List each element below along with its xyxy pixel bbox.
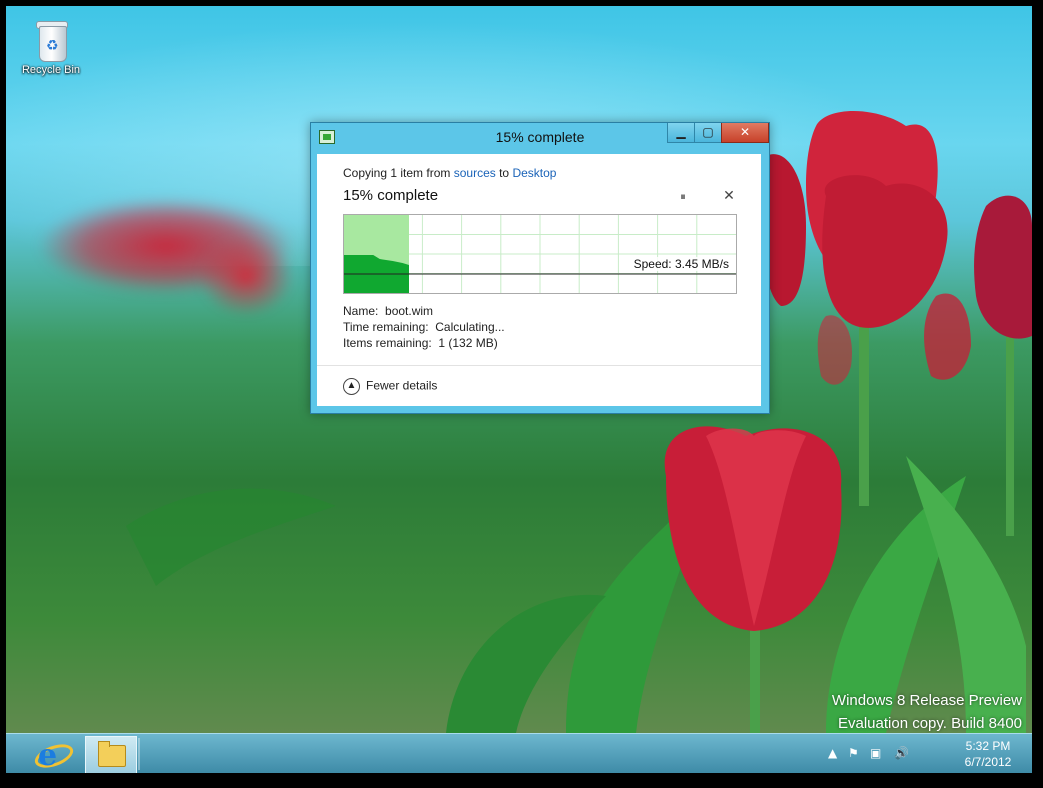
- file-explorer-icon: [98, 741, 126, 767]
- desktop: ♻ Recycle Bin Windows 8 Release Preview …: [6, 6, 1032, 773]
- taskbar-divider: [138, 738, 140, 770]
- close-button[interactable]: ✕: [721, 123, 769, 143]
- pause-icon: ⏸: [680, 190, 686, 203]
- watermark-line-1: Windows 8 Release Preview: [831, 692, 1022, 709]
- network-disconnected-icon[interactable]: ▣: [870, 746, 881, 760]
- detail-time-value: Calculating...: [435, 320, 505, 334]
- copy-summary-to: to: [495, 166, 513, 180]
- title-bar[interactable]: 15% complete ▁ ▢ ✕: [311, 123, 769, 153]
- separator: [317, 365, 761, 366]
- transfer-speed-graph: Speed: 3.45 MB/s: [343, 214, 737, 294]
- taskbar: e ▲ ⚑ ▣ 🔊 5:32 PM 6/7/2012: [6, 733, 1032, 773]
- detail-items-value: 1 (132 MB): [438, 336, 498, 350]
- source-link[interactable]: sources: [454, 166, 496, 180]
- copy-summary: Copying 1 item from sources to Desktop: [343, 166, 556, 180]
- destination-link[interactable]: Desktop: [512, 166, 556, 180]
- dialog-content: Copying 1 item from sources to Desktop 1…: [317, 154, 761, 406]
- fewer-details-label: Fewer details: [366, 378, 438, 393]
- speed-readout: Speed: 3.45 MB/s: [632, 257, 730, 271]
- speed-graph-canvas: [344, 215, 736, 293]
- cancel-icon: ✕: [723, 188, 735, 204]
- minimize-button[interactable]: ▁: [667, 123, 695, 143]
- watermark-line-2: Evaluation copy. Build 8400: [837, 715, 1022, 732]
- chevron-up-icon: ▲: [343, 378, 360, 395]
- maximize-icon: ▢: [702, 125, 714, 139]
- detail-name-label: Name:: [343, 304, 379, 318]
- copy-progress-dialog: 15% complete ▁ ▢ ✕ Copying 1 item from s…: [310, 122, 770, 414]
- detail-name-row: Name: boot.wim: [343, 303, 505, 319]
- detail-time-label: Time remaining:: [343, 320, 429, 334]
- cancel-button[interactable]: ✕: [721, 188, 737, 204]
- recycle-bin-icon: ♻: [33, 18, 69, 62]
- detail-items-row: Items remaining: 1 (132 MB): [343, 335, 505, 351]
- recycle-bin-label: Recycle Bin: [21, 64, 81, 76]
- detail-items-label: Items remaining:: [343, 336, 432, 350]
- clock[interactable]: 5:32 PM 6/7/2012: [958, 738, 1018, 770]
- taskbar-file-explorer[interactable]: [85, 736, 137, 773]
- detail-time-row: Time remaining: Calculating...: [343, 319, 505, 335]
- copy-details: Name: boot.wim Time remaining: Calculati…: [343, 303, 505, 351]
- copy-summary-prefix: Copying 1 item from: [343, 166, 454, 180]
- build-watermark: Windows 8 Release Preview Evaluation cop…: [832, 689, 1022, 735]
- volume-icon[interactable]: 🔊: [894, 746, 909, 760]
- fewer-details-button[interactable]: ▲ Fewer details: [343, 378, 437, 395]
- action-center-flag-icon[interactable]: ⚑: [848, 746, 859, 760]
- close-icon: ✕: [739, 125, 751, 139]
- pause-button[interactable]: ⏸: [675, 189, 691, 205]
- system-tray: ▲ ⚑ ▣ 🔊 5:32 PM 6/7/2012: [818, 734, 1018, 773]
- maximize-button[interactable]: ▢: [694, 123, 722, 143]
- detail-name-value: boot.wim: [385, 304, 434, 318]
- show-hidden-icons-icon[interactable]: ▲: [828, 746, 837, 760]
- minimize-icon: ▁: [676, 125, 686, 139]
- clock-time: 5:32 PM: [965, 739, 1011, 753]
- taskbar-internet-explorer[interactable]: e: [31, 736, 77, 773]
- progress-headline: 15% complete: [343, 187, 439, 204]
- clock-date: 6/7/2012: [964, 755, 1012, 769]
- recycle-bin[interactable]: ♻ Recycle Bin: [18, 18, 84, 76]
